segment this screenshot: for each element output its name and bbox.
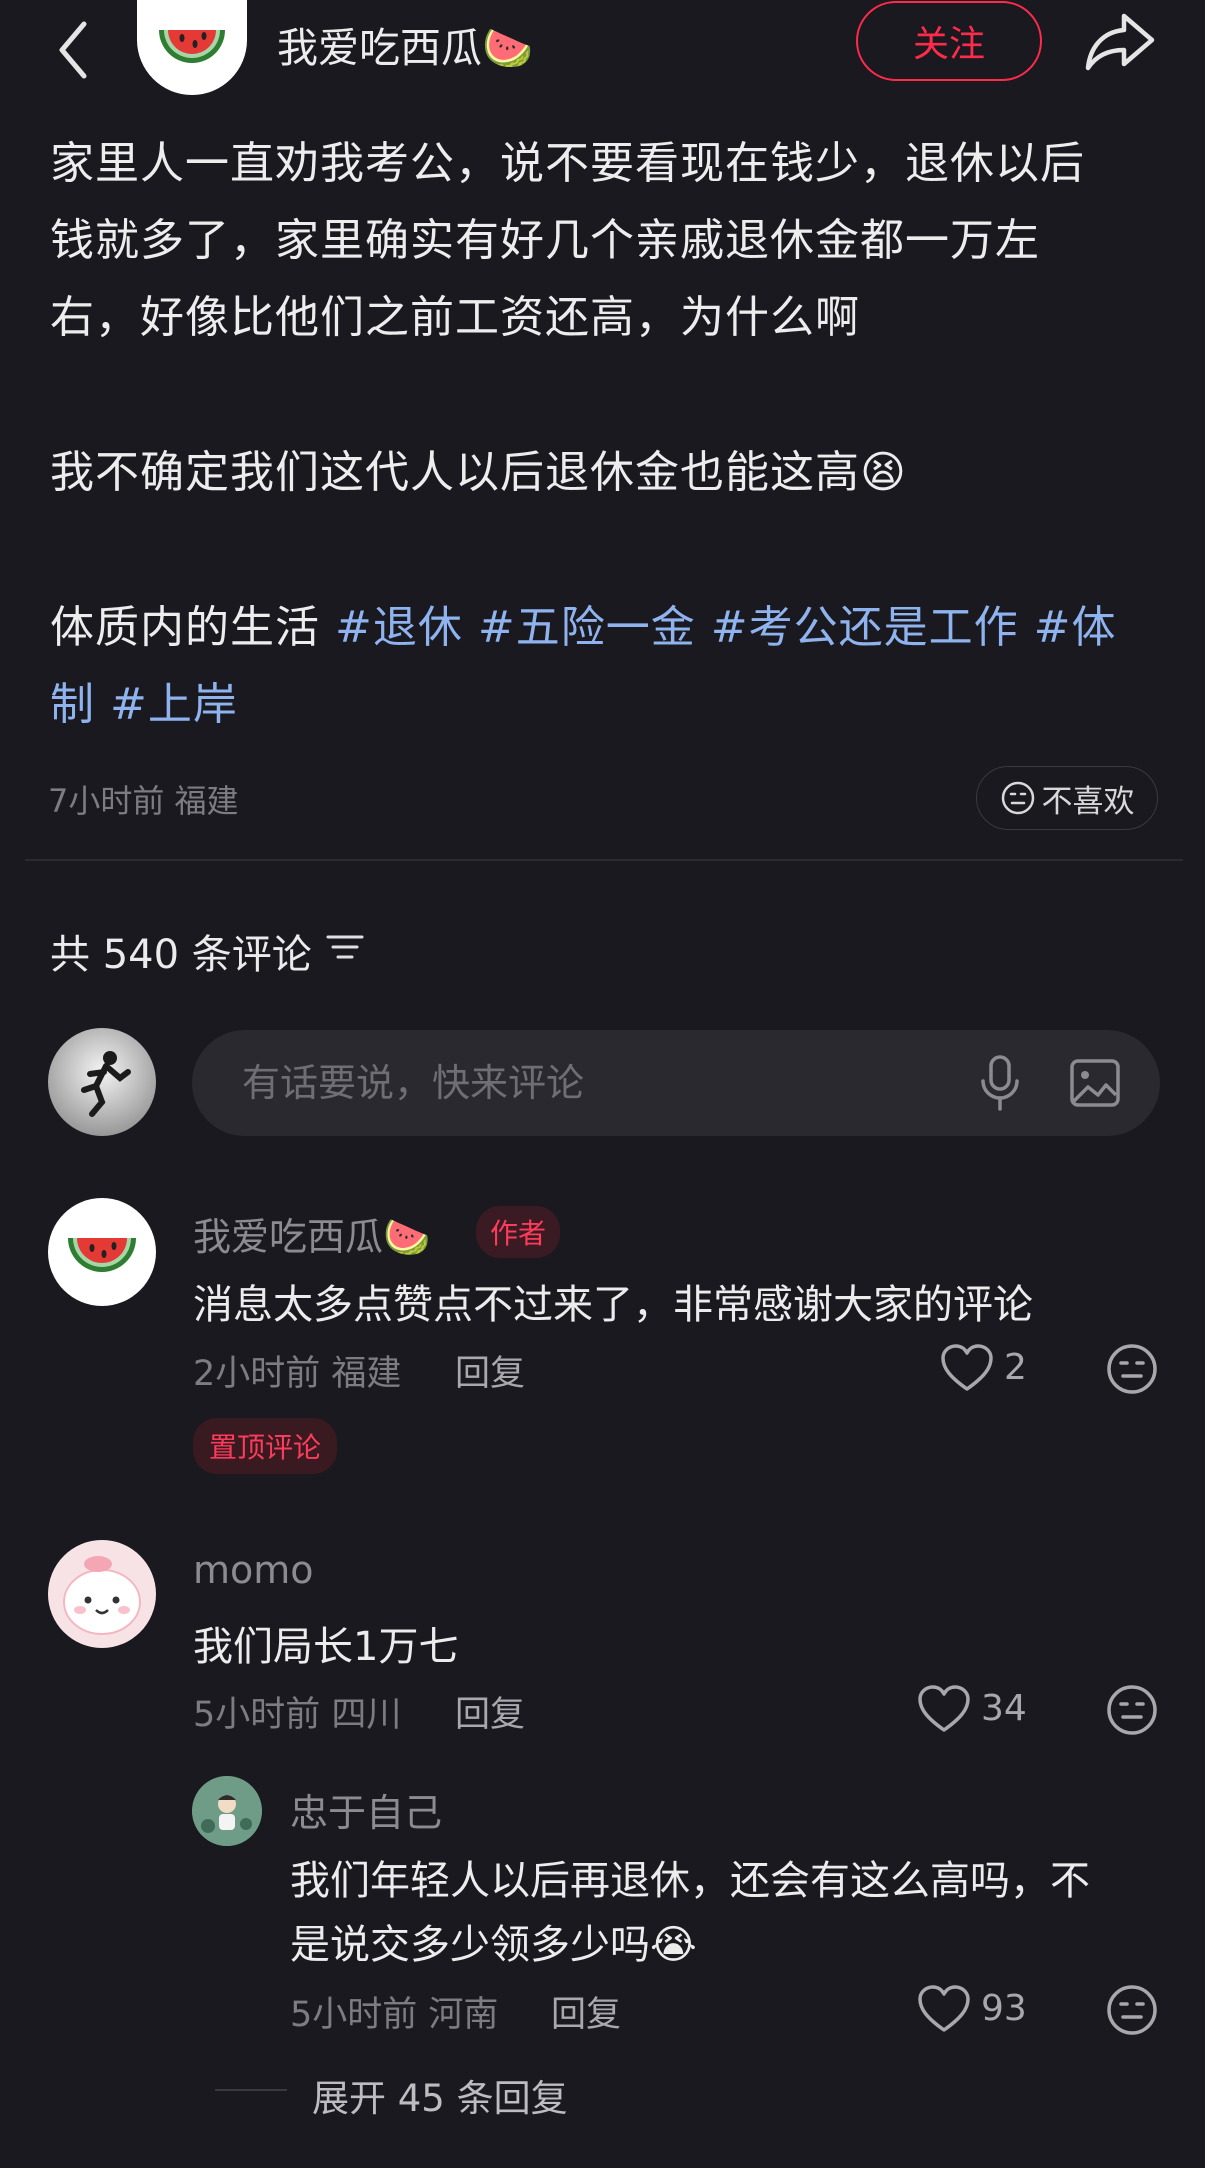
sort-icon	[326, 935, 364, 959]
reply-text-line: 我们年轻人以后再退休，还会有这么高吗，不	[290, 1858, 1090, 1904]
like-button[interactable]	[940, 1343, 994, 1397]
voice-input-button[interactable]	[975, 1053, 1025, 1117]
post-text-line: 家里人一直劝我考公，说不要看现在钱少，退休以后	[50, 138, 1085, 189]
like-count: 2	[1004, 1347, 1027, 1388]
comment-count: 共 540 条评论	[50, 932, 312, 978]
hashtag-link[interactable]: #上岸	[110, 679, 238, 730]
sort-button[interactable]	[326, 932, 364, 966]
comment-meta: 5小时前 四川	[193, 1695, 402, 1735]
comment-avatar[interactable]	[48, 1540, 156, 1648]
cartoon-pig-icon	[63, 1556, 141, 1635]
back-button[interactable]	[40, 10, 110, 80]
follow-button[interactable]: 关注	[856, 1, 1042, 81]
my-avatar[interactable]	[48, 1028, 156, 1136]
like-button[interactable]	[917, 1984, 971, 2038]
hashtag-link[interactable]: #退休	[335, 602, 463, 653]
watermelon-icon	[159, 30, 225, 63]
comment-text: 消息太多点赞点不过来了，非常感谢大家的评论	[193, 1282, 1033, 1328]
post-tags-line: 体质内的生活 #退休 #五险一金 #考公还是工作 #体	[50, 591, 1117, 655]
author-name[interactable]: 我爱吃西瓜🍉	[277, 14, 533, 74]
expand-replies-button[interactable]: 展开 45 条回复	[312, 2068, 568, 2122]
share-button[interactable]	[1080, 6, 1160, 76]
heart-icon	[918, 1685, 970, 1732]
reply-button[interactable]: 回复	[455, 1345, 525, 1396]
react-button[interactable]	[1105, 1342, 1159, 1400]
post-text-line: 钱就多了，家里确实有好几个亲戚退休金都一万左	[50, 215, 1040, 266]
post-text-line: 我不确定我们这代人以后退休金也能这高😫	[50, 447, 907, 498]
reply-author-name[interactable]: 忠于自己	[290, 1782, 442, 1837]
neutral-face-icon	[1001, 781, 1034, 815]
hashtag-link[interactable]: #五险一金	[478, 602, 696, 653]
comment-author-name[interactable]: momo	[193, 1548, 314, 1592]
cartoon-avatar-icon	[192, 1776, 262, 1846]
like-count: 34	[981, 1688, 1027, 1729]
comment-text: 我们局长1万七	[193, 1624, 459, 1670]
hashtag-link[interactable]: #体	[1034, 602, 1117, 653]
author-badge: 作者	[476, 1206, 561, 1258]
like-count: 93	[981, 1988, 1027, 2029]
reply-meta: 5小时前 河南	[290, 1995, 499, 2035]
reply-button[interactable]: 回复	[455, 1686, 525, 1737]
author-avatar[interactable]	[137, 0, 247, 95]
react-button[interactable]	[1105, 1683, 1159, 1741]
like-button[interactable]	[917, 1684, 971, 1738]
post-meta: 7小时前 福建	[48, 782, 239, 820]
hashtag-link[interactable]: 制	[50, 679, 95, 730]
reply-button[interactable]: 回复	[551, 1986, 621, 2037]
divider	[25, 859, 1183, 861]
comment-meta: 2小时前 福建	[193, 1354, 402, 1394]
dislike-label: 不喜欢	[1041, 783, 1135, 820]
react-button[interactable]	[1105, 1983, 1159, 2041]
comment-avatar[interactable]	[48, 1198, 156, 1306]
pinned-badge: 置顶评论	[193, 1418, 338, 1474]
neutral-face-icon	[1107, 1985, 1157, 2035]
post-tags-line: 制 #上岸	[50, 668, 238, 732]
neutral-face-icon	[1107, 1344, 1157, 1394]
watermelon-icon	[68, 1238, 136, 1272]
dislike-button[interactable]: 不喜欢	[976, 766, 1158, 830]
heart-icon	[918, 1985, 970, 2032]
post-topic-text: 体质内的生活	[50, 602, 335, 653]
hashtag-link[interactable]: #考公还是工作	[711, 602, 1019, 653]
runner-silhouette-icon	[81, 1051, 131, 1117]
image-input-button[interactable]	[1068, 1053, 1122, 1117]
reply-text-line: 是说交多少领多少吗😭	[290, 1922, 697, 1968]
chevron-left-icon	[59, 21, 87, 79]
share-arrow-icon	[1085, 13, 1155, 71]
microphone-icon	[981, 1055, 1019, 1111]
image-icon	[1070, 1059, 1120, 1107]
expand-divider	[215, 2089, 287, 2091]
reply-avatar[interactable]	[192, 1776, 262, 1846]
neutral-face-icon	[1107, 1685, 1157, 1735]
heart-icon	[941, 1344, 993, 1391]
comment-author-name[interactable]: 我爱吃西瓜🍉	[193, 1206, 430, 1261]
post-text-line: 右，好像比他们之前工资还高，为什么啊	[50, 292, 860, 343]
